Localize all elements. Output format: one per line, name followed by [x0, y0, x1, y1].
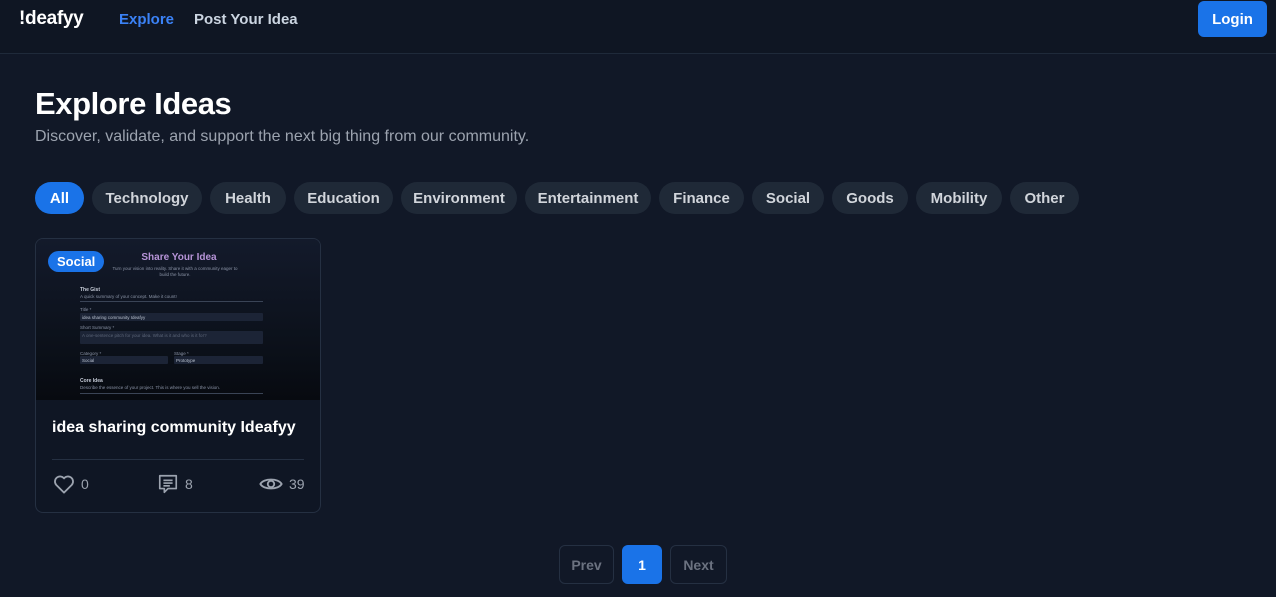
thumbnail-stage-value: Prototype [176, 357, 196, 363]
category-chip-environment[interactable]: Environment [401, 182, 517, 214]
thumbnail-tagline: Turn your vision into reality. Share it … [112, 266, 238, 277]
category-chip-entertainment[interactable]: Entertainment [525, 182, 651, 214]
category-badge: Social [48, 251, 105, 272]
prev-page-button[interactable]: Prev [559, 545, 614, 584]
card-divider [52, 459, 304, 460]
nav-link-explore[interactable]: Explore [119, 11, 174, 28]
thumbnail-section-gist: The Gist [80, 287, 101, 293]
comment-icon[interactable] [157, 473, 179, 495]
category-chip-mobility[interactable]: Mobility [916, 182, 1002, 214]
next-page-button[interactable]: Next [670, 545, 727, 584]
thumbnail-section-core: Core Idea [80, 378, 103, 384]
thumbnail-section-gist-desc: A quick summary of your concept. Make it… [80, 294, 177, 299]
site-logo[interactable]: !deafyy [19, 8, 84, 30]
comment-count: 8 [185, 476, 193, 492]
category-chip-education[interactable]: Education [294, 182, 393, 214]
category-chip-all[interactable]: All [35, 182, 84, 214]
thumbnail-summary-placeholder: A one-sentence pitch for your idea. What… [82, 333, 207, 338]
login-button[interactable]: Login [1198, 1, 1267, 37]
thumbnail-category-value: Social [82, 357, 95, 363]
thumbnail-summary-label: Short Summary * [80, 325, 115, 330]
thumbnail-title-label: Title * [80, 307, 92, 312]
thumbnail-divider [80, 301, 263, 302]
category-chip-health[interactable]: Health [210, 182, 286, 214]
category-chip-social[interactable]: Social [752, 182, 824, 214]
thumbnail-divider-2 [80, 393, 263, 394]
idea-thumbnail: Share Your Idea Turn your vision into re… [36, 239, 320, 400]
thumbnail-title-value: idea sharing community Ideafyy [82, 314, 146, 320]
idea-card[interactable]: Share Your Idea Turn your vision into re… [35, 238, 321, 513]
thumbnail-section-core-desc: Describe the essence of your project. Th… [80, 385, 220, 390]
heart-icon[interactable] [53, 474, 75, 494]
like-count: 0 [81, 476, 89, 492]
category-chip-other[interactable]: Other [1010, 182, 1079, 214]
page-1-button[interactable]: 1 [622, 545, 662, 584]
top-navbar: !deafyy Explore Post Your Idea Login [0, 0, 1276, 54]
page-subtitle: Discover, validate, and support the next… [35, 128, 530, 145]
category-chip-finance[interactable]: Finance [659, 182, 744, 214]
comment-stat[interactable]: 8 [157, 473, 193, 495]
view-count: 39 [289, 476, 305, 492]
page-title: Explore Ideas [35, 86, 232, 121]
category-chip-goods[interactable]: Goods [832, 182, 908, 214]
eye-icon [259, 475, 283, 493]
view-stat: 39 [259, 473, 305, 495]
nav-link-post-idea[interactable]: Post Your Idea [194, 11, 298, 28]
idea-title[interactable]: idea sharing community Ideafyy [52, 419, 296, 437]
like-stat[interactable]: 0 [53, 473, 89, 495]
category-chip-technology[interactable]: Technology [92, 182, 202, 214]
